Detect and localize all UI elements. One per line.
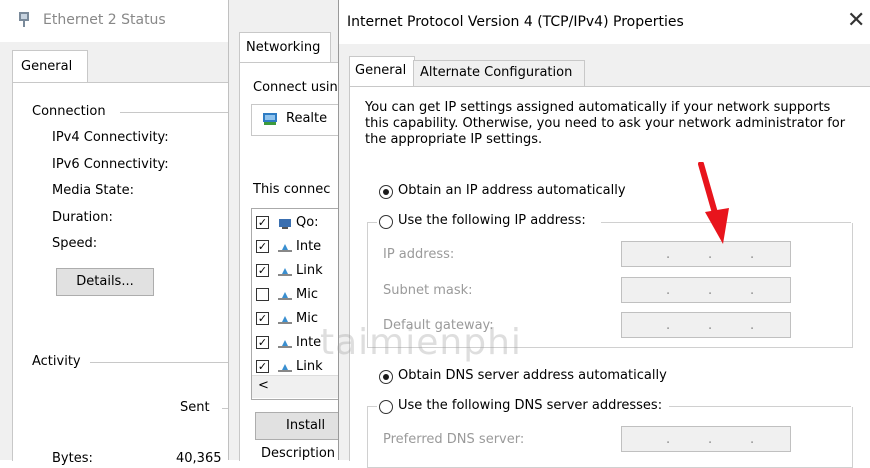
components-list[interactable]: ✓ Qo: ✓ Inte ✓ Link Mic ✓ Mic ✓ Inte ✓ Link < (251, 208, 343, 400)
qos-icon (278, 218, 292, 229)
use-following-ip-radio[interactable] (379, 215, 393, 229)
obtain-ip-auto-label[interactable]: Obtain an IP address automatically (398, 183, 626, 198)
adapter-box: Realte (251, 104, 343, 136)
component-checkbox[interactable]: ✓ (256, 360, 269, 373)
network-protocol-icon (278, 266, 292, 276)
speed-label: Speed: (52, 236, 98, 251)
component-item[interactable]: ✓ Qo: (252, 213, 342, 233)
adapter-name: Realte (286, 111, 328, 126)
component-checkbox[interactable]: ✓ (256, 216, 269, 229)
network-protocol-icon (278, 242, 292, 252)
description-text: You can get IP settings assigned automat… (365, 100, 846, 147)
tab-networking[interactable]: Networking (239, 32, 331, 63)
component-item[interactable]: ✓ Link (252, 261, 342, 281)
red-arrow-annotation (698, 162, 729, 244)
ipv4-connectivity-label: IPv4 Connectivity: (52, 130, 169, 145)
connect-using-label: Connect usin (253, 80, 338, 95)
media-state-label: Media State: (52, 183, 134, 198)
network-protocol-icon (278, 362, 292, 372)
tab-networking-label: Networking (246, 40, 321, 55)
component-label: Inte (296, 239, 322, 254)
tab-general-label: General (21, 59, 73, 74)
component-item[interactable]: Mic (252, 285, 342, 305)
component-label: Link (296, 263, 323, 278)
preferred-dns-label: Preferred DNS server: (383, 432, 525, 447)
network-card-icon (263, 113, 277, 125)
description-group-label: Description (261, 446, 336, 461)
details-button[interactable]: Details... (56, 268, 154, 296)
scroll-left-arrow[interactable]: < (258, 378, 269, 393)
component-label: Mic (296, 311, 318, 326)
ethernet-properties-window: Networking Connect usin Realte This conn… (228, 0, 343, 461)
ipv6-connectivity-label: IPv6 Connectivity: (52, 157, 169, 172)
default-gateway-field[interactable]: ... (621, 312, 791, 338)
component-label: Inte (296, 335, 322, 350)
tab-general[interactable]: General (349, 56, 415, 87)
sent-label: Sent (180, 400, 210, 415)
obtain-dns-auto-radio[interactable] (379, 370, 393, 384)
tab-general[interactable]: General (12, 50, 88, 83)
duration-label: Duration: (52, 210, 113, 225)
use-following-dns-radio[interactable] (379, 400, 393, 414)
dialog-title: Internet Protocol Version 4 (TCP/IPv4) P… (347, 14, 684, 30)
component-label: Mic (296, 287, 318, 302)
ip-address-label: IP address: (383, 247, 455, 262)
group-border (367, 222, 377, 223)
group-border (669, 406, 851, 407)
watermark-logo: taimienphi (320, 322, 522, 363)
preferred-dns-field[interactable]: ... (621, 426, 791, 452)
component-checkbox[interactable]: ✓ (256, 240, 269, 253)
connection-group-label: Connection (32, 104, 106, 119)
tab-general-label: General (355, 63, 407, 78)
bytes-label: Bytes: (52, 451, 93, 466)
component-label: Link (296, 359, 323, 374)
ethernet-status-window: Ethernet 2 Status General Connection IPv… (0, 0, 233, 466)
close-icon[interactable]: ✕ (847, 8, 865, 33)
title-bar: Ethernet 2 Status (0, 0, 232, 42)
network-adapter-icon (19, 12, 29, 27)
component-item[interactable]: ✓ Inte (252, 237, 342, 257)
tab-alternate-configuration[interactable]: Alternate Configuration (413, 60, 585, 87)
use-following-ip-label[interactable]: Use the following IP address: (398, 213, 590, 228)
tab-alternate-label: Alternate Configuration (420, 65, 573, 80)
title-bar: Internet Protocol Version 4 (TCP/IPv4) P… (339, 0, 870, 44)
obtain-ip-auto-radio[interactable] (379, 185, 393, 199)
component-checkbox[interactable]: ✓ (256, 264, 269, 277)
ipv4-properties-dialog: Internet Protocol Version 4 (TCP/IPv4) P… (338, 0, 870, 468)
subnet-mask-label: Subnet mask: (383, 283, 473, 298)
group-divider (90, 362, 232, 363)
activity-group-label: Activity (32, 354, 81, 369)
group-divider (120, 112, 232, 113)
network-protocol-icon (278, 290, 292, 300)
install-button[interactable]: Install (255, 412, 341, 440)
use-following-dns-label[interactable]: Use the following DNS server addresses: (398, 398, 667, 413)
horizontal-scrollbar[interactable]: < (252, 375, 342, 398)
network-protocol-icon (278, 314, 292, 324)
this-connection-label: This connec (253, 182, 331, 197)
subnet-mask-field[interactable]: ... (621, 277, 791, 303)
component-checkbox[interactable]: ✓ (256, 312, 269, 325)
window-title: Ethernet 2 Status (43, 12, 166, 28)
component-checkbox[interactable]: ✓ (256, 336, 269, 349)
group-border (367, 406, 377, 407)
network-protocol-icon (278, 338, 292, 348)
component-checkbox[interactable] (256, 288, 269, 301)
obtain-dns-auto-label[interactable]: Obtain DNS server address automatically (398, 368, 667, 383)
component-label: Qo: (296, 215, 319, 230)
bytes-sent-value: 40,365 (176, 451, 222, 466)
